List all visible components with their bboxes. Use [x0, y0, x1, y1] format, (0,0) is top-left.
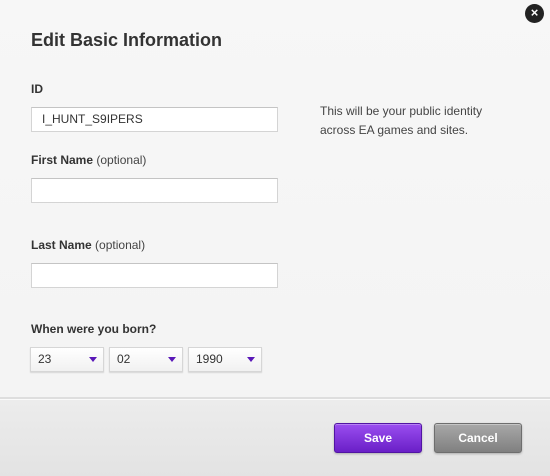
- birth-month-select[interactable]: 02: [109, 347, 183, 372]
- id-hint: This will be your public identity across…: [320, 104, 483, 137]
- birth-year-select[interactable]: 1990: [188, 347, 262, 372]
- close-icon: ×: [530, 5, 539, 20]
- birth-day-value: 23: [38, 352, 52, 366]
- birthdate-label: When were you born?: [31, 322, 157, 336]
- id-label-text: ID: [31, 82, 43, 96]
- first-name-label: First Name (optional): [31, 153, 146, 167]
- last-name-optional: (optional): [95, 238, 146, 252]
- edit-basic-info-dialog: × Edit Basic Information ID I_HUNT_S9IPE…: [0, 0, 550, 476]
- save-button[interactable]: Save: [334, 423, 422, 453]
- last-name-input[interactable]: [31, 263, 278, 288]
- birth-month-value: 02: [117, 352, 131, 366]
- last-name-label-text: Last Name: [31, 238, 92, 252]
- id-label: ID: [31, 82, 43, 96]
- last-name-label: Last Name (optional): [31, 238, 145, 252]
- cancel-button[interactable]: Cancel: [434, 423, 522, 453]
- chevron-down-icon: [247, 357, 255, 362]
- close-button[interactable]: ×: [525, 4, 544, 23]
- first-name-label-text: First Name: [31, 153, 94, 167]
- birth-year-value: 1990: [196, 352, 223, 366]
- birth-day-select[interactable]: 23: [30, 347, 104, 372]
- chevron-down-icon: [168, 357, 176, 362]
- dialog-title: Edit Basic Information: [31, 30, 223, 50]
- first-name-optional: (optional): [96, 153, 147, 167]
- chevron-down-icon: [89, 357, 97, 362]
- first-name-input[interactable]: [31, 178, 278, 203]
- id-input[interactable]: I_HUNT_S9IPERS: [31, 107, 278, 132]
